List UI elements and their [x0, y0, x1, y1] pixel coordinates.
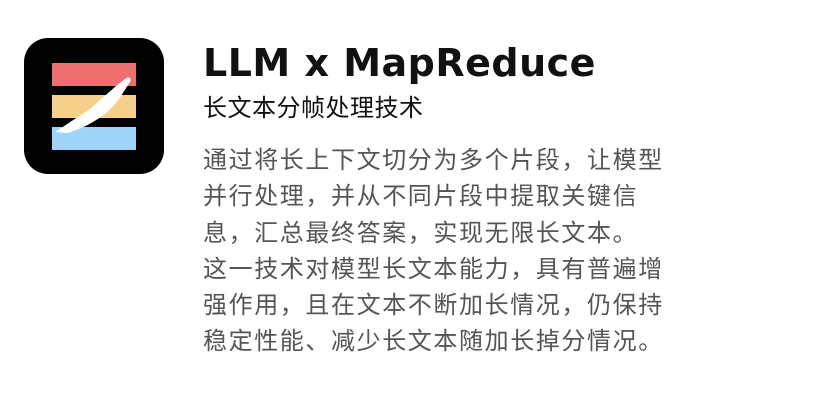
description-line: 强作用，且在文本不断加长情况，仍保持 [203, 291, 664, 320]
description-line: 通过将长上下文切分为多个片段，让模型 [203, 146, 664, 174]
description-line: 并行处理，并从不同片段中提取关键信 [203, 182, 639, 211]
feature-subtitle: 长文本分帧处理技术 [203, 94, 424, 122]
description-line: 稳定性能、减少长文本随加长掉分情况。 [203, 327, 664, 356]
description-line: 这一技术对模型长文本能力，具有普遍增 [203, 254, 664, 283]
feature-card: LLM x MapReduce 长文本分帧处理技术 通过将长上下文切分为多个片段… [0, 0, 820, 410]
description-line: 息，汇总最终答案，实现无限长文本。 [203, 218, 639, 247]
stacked-stripes-knife-icon [24, 38, 164, 174]
feature-title: LLM x MapReduce [203, 41, 596, 85]
feature-text: LLM x MapReduce 长文本分帧处理技术 通过将长上下文切分为多个片段… [203, 40, 803, 360]
feature-description: 通过将长上下文切分为多个片段，让模型 并行处理，并从不同片段中提取关键信 息，汇… [203, 142, 763, 360]
